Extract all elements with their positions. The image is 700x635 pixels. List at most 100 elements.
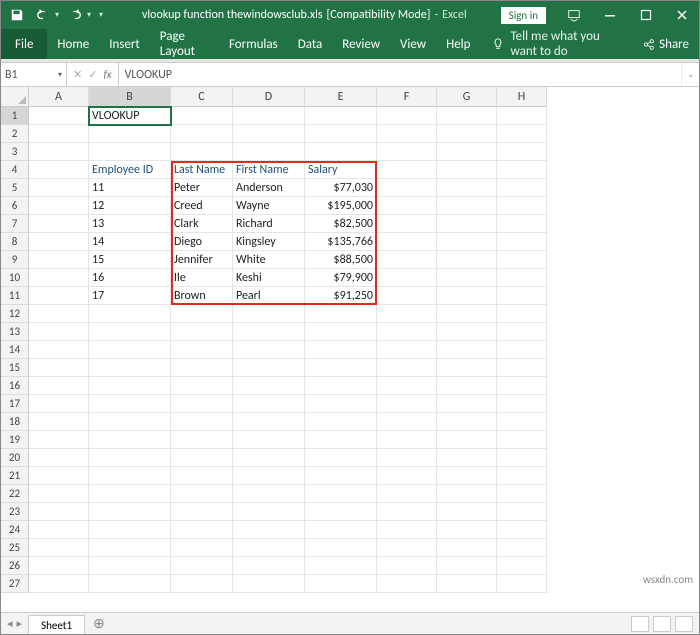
cell[interactable]: $82,500 <box>305 215 377 233</box>
cell[interactable] <box>437 143 497 161</box>
cell[interactable] <box>437 413 497 431</box>
qat-customize-icon[interactable]: ▾ <box>99 10 103 20</box>
cell[interactable] <box>89 359 171 377</box>
cell[interactable] <box>29 449 89 467</box>
cell[interactable] <box>437 503 497 521</box>
col-header-f[interactable]: F <box>377 87 437 107</box>
row-header[interactable]: 17 <box>1 395 29 413</box>
cell[interactable] <box>171 485 233 503</box>
tab-formulas[interactable]: Formulas <box>219 29 288 59</box>
row-header[interactable]: 2 <box>1 125 29 143</box>
cell[interactable] <box>29 197 89 215</box>
cell[interactable] <box>377 323 437 341</box>
cell[interactable] <box>377 251 437 269</box>
cell[interactable] <box>497 539 547 557</box>
cell[interactable] <box>305 539 377 557</box>
cell[interactable] <box>497 179 547 197</box>
cell[interactable] <box>89 341 171 359</box>
cell[interactable]: Peter <box>171 179 233 197</box>
cell[interactable] <box>305 575 377 593</box>
cell[interactable] <box>29 107 89 125</box>
cell[interactable] <box>29 557 89 575</box>
cell[interactable] <box>437 269 497 287</box>
cell[interactable] <box>233 539 305 557</box>
row-header[interactable]: 23 <box>1 503 29 521</box>
cell[interactable] <box>377 359 437 377</box>
cell[interactable] <box>29 521 89 539</box>
cell[interactable] <box>233 305 305 323</box>
ribbon-options-icon[interactable] <box>557 1 591 29</box>
cell[interactable] <box>305 143 377 161</box>
cell[interactable] <box>233 107 305 125</box>
cells-area[interactable]: VLOOKUP Employee ID <box>29 107 547 612</box>
cell[interactable] <box>377 539 437 557</box>
cell[interactable] <box>233 395 305 413</box>
cell[interactable] <box>377 431 437 449</box>
cell[interactable] <box>437 485 497 503</box>
cell[interactable]: Kingsley <box>233 233 305 251</box>
cell[interactable]: $88,500 <box>305 251 377 269</box>
cell[interactable] <box>437 251 497 269</box>
cell[interactable] <box>89 485 171 503</box>
tab-home[interactable]: Home <box>47 29 99 59</box>
cell[interactable] <box>305 521 377 539</box>
cell[interactable]: Ile <box>171 269 233 287</box>
cell[interactable] <box>171 395 233 413</box>
cell[interactable] <box>171 377 233 395</box>
cell[interactable] <box>89 521 171 539</box>
cell[interactable] <box>437 431 497 449</box>
cell[interactable] <box>437 107 497 125</box>
select-all-corner[interactable] <box>1 87 29 107</box>
cell[interactable] <box>305 485 377 503</box>
cell[interactable] <box>233 485 305 503</box>
cell[interactable] <box>171 305 233 323</box>
cell[interactable] <box>233 467 305 485</box>
cell[interactable]: Diego <box>171 233 233 251</box>
row-header[interactable]: 4 <box>1 161 29 179</box>
share-button[interactable]: Share <box>632 29 699 59</box>
cell[interactable] <box>377 107 437 125</box>
cell[interactable] <box>305 125 377 143</box>
cell[interactable] <box>305 449 377 467</box>
sheet-prev-icon[interactable]: ◂ <box>7 617 13 630</box>
cell[interactable] <box>233 377 305 395</box>
cell[interactable] <box>305 503 377 521</box>
row-header[interactable]: 22 <box>1 485 29 503</box>
cell[interactable] <box>29 179 89 197</box>
cell[interactable] <box>89 125 171 143</box>
cell[interactable] <box>497 485 547 503</box>
cell[interactable] <box>233 449 305 467</box>
cell[interactable]: Keshi <box>233 269 305 287</box>
cell[interactable] <box>377 287 437 305</box>
cell[interactable] <box>377 395 437 413</box>
row-header[interactable]: 25 <box>1 539 29 557</box>
cell[interactable]: Brown <box>171 287 233 305</box>
cell-header-last-name[interactable]: Last Name <box>171 161 233 179</box>
cell[interactable] <box>377 233 437 251</box>
cell[interactable] <box>171 557 233 575</box>
cell-b1[interactable]: VLOOKUP <box>89 107 171 125</box>
cell[interactable] <box>29 323 89 341</box>
cell[interactable] <box>89 503 171 521</box>
cell[interactable] <box>497 395 547 413</box>
col-header-c[interactable]: C <box>171 87 233 107</box>
row-header[interactable]: 15 <box>1 359 29 377</box>
cell[interactable] <box>497 377 547 395</box>
cell-header-first-name[interactable]: First Name <box>233 161 305 179</box>
cell[interactable] <box>171 539 233 557</box>
cell[interactable] <box>377 557 437 575</box>
cell[interactable] <box>89 557 171 575</box>
col-header-d[interactable]: D <box>233 87 305 107</box>
cell[interactable]: $195,000 <box>305 197 377 215</box>
row-header[interactable]: 12 <box>1 305 29 323</box>
cell[interactable] <box>437 161 497 179</box>
cell[interactable] <box>89 449 171 467</box>
cell[interactable]: Clark <box>171 215 233 233</box>
row-header[interactable]: 16 <box>1 377 29 395</box>
row-header[interactable]: 27 <box>1 575 29 593</box>
cell[interactable] <box>437 557 497 575</box>
cell[interactable] <box>377 125 437 143</box>
cell[interactable] <box>437 287 497 305</box>
cell[interactable] <box>233 143 305 161</box>
cell[interactable]: 13 <box>89 215 171 233</box>
